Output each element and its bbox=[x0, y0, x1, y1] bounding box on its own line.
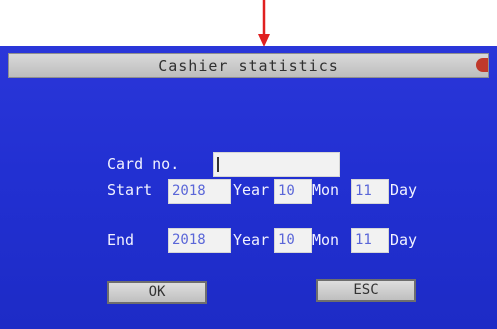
card-no-input[interactable] bbox=[213, 152, 340, 177]
text-cursor bbox=[217, 157, 219, 172]
start-day-input[interactable]: 11 bbox=[351, 179, 389, 204]
ok-button[interactable]: OK bbox=[107, 281, 207, 304]
end-label: End bbox=[107, 231, 135, 249]
end-mon-label: Mon bbox=[312, 231, 340, 249]
start-year-label: Year bbox=[233, 181, 270, 199]
end-day-input[interactable]: 11 bbox=[351, 228, 389, 253]
start-mon-label: Mon bbox=[312, 181, 340, 199]
end-mon-input[interactable]: 10 bbox=[274, 228, 312, 253]
end-day-label: Day bbox=[390, 231, 418, 249]
title-bar: Cashier statistics bbox=[8, 53, 489, 78]
card-no-label: Card no. bbox=[107, 155, 180, 173]
start-day-label: Day bbox=[390, 181, 418, 199]
close-icon[interactable] bbox=[476, 58, 488, 72]
start-year-input[interactable]: 2018 bbox=[168, 179, 231, 204]
window-title: Cashier statistics bbox=[158, 57, 339, 75]
end-year-input[interactable]: 2018 bbox=[168, 228, 231, 253]
cashier-statistics-dialog: Cashier statistics Card no. Start 2018 Y… bbox=[0, 46, 497, 329]
start-mon-input[interactable]: 10 bbox=[274, 179, 312, 204]
annotation-arrow-icon bbox=[258, 0, 270, 47]
end-year-label: Year bbox=[233, 231, 270, 249]
start-label: Start bbox=[107, 181, 153, 199]
esc-button[interactable]: ESC bbox=[316, 279, 416, 302]
